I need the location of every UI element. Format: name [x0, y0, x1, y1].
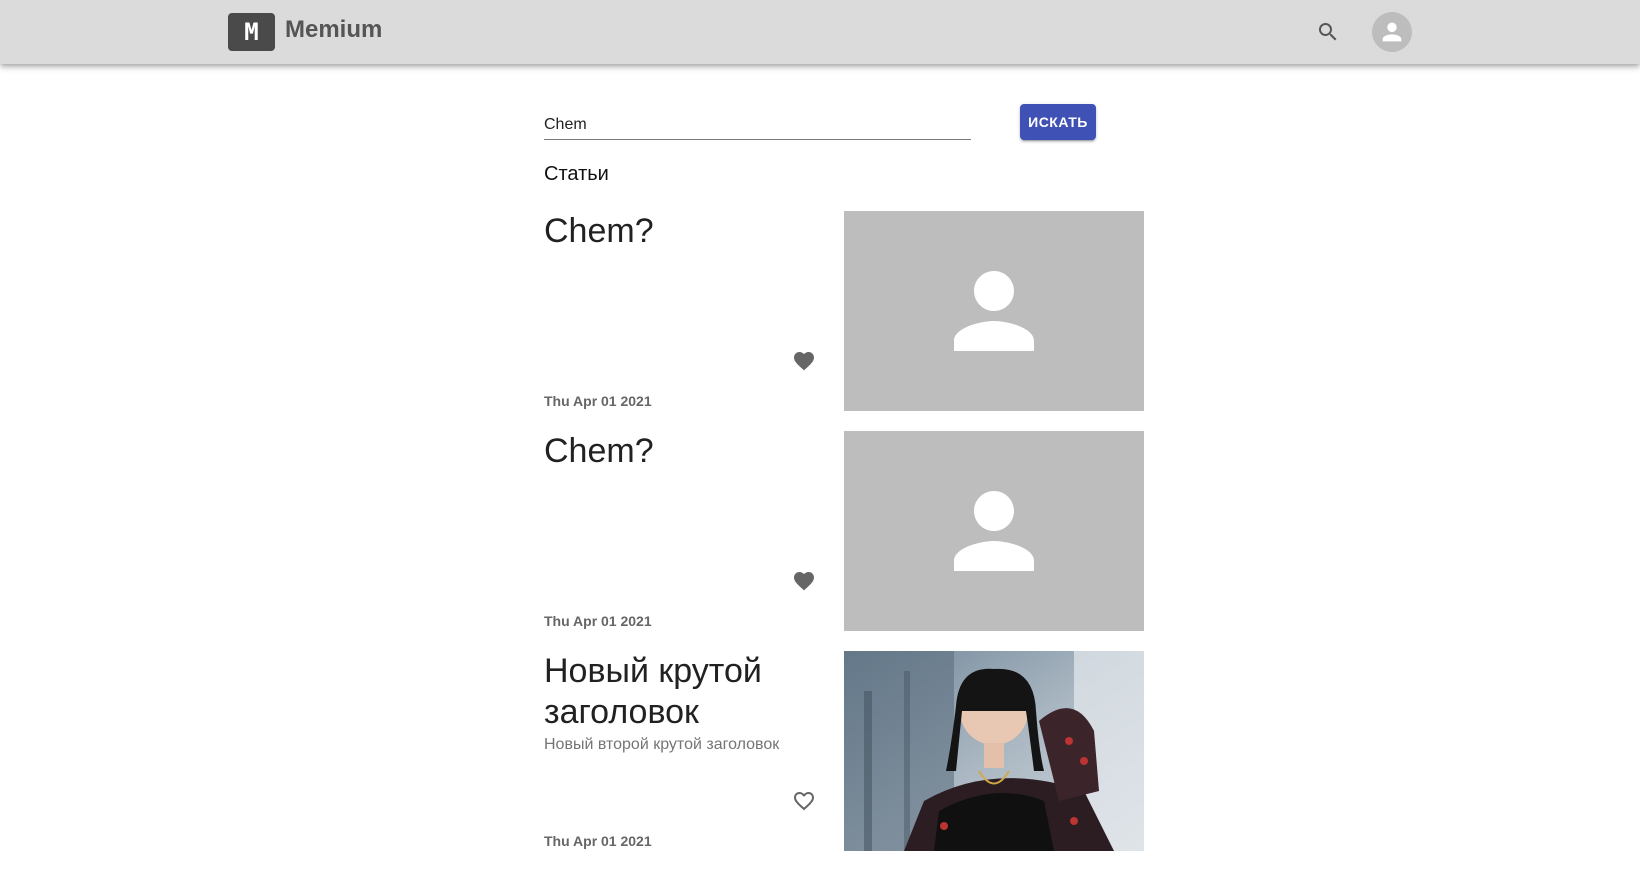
article-title[interactable]: Chem? — [544, 211, 834, 252]
like-button[interactable] — [790, 567, 818, 595]
heart-filled-icon — [794, 352, 814, 371]
logo-letter: M — [244, 18, 259, 46]
like-button[interactable] — [790, 787, 818, 815]
article-image[interactable] — [844, 431, 1144, 631]
heart-filled-icon — [794, 572, 814, 591]
person-photo — [844, 651, 1144, 851]
logo[interactable]: M — [228, 13, 275, 51]
search-form: ИСКАТЬ — [544, 104, 1144, 144]
article-card[interactable]: Chem? Thu Apr 01 2021 — [544, 431, 1144, 631]
app-bar: M Memium — [0, 0, 1640, 64]
article-photo[interactable] — [844, 651, 1144, 851]
person-placeholder-icon — [954, 491, 1034, 571]
person-placeholder-icon — [954, 271, 1034, 351]
brand-name[interactable]: Memium — [285, 16, 382, 44]
article-card[interactable]: Chem? Thu Apr 01 2021 — [544, 211, 1144, 411]
search-icon — [1319, 23, 1337, 41]
account-avatar-button[interactable] — [1372, 12, 1412, 52]
article-date: Thu Apr 01 2021 — [544, 833, 652, 849]
article-subtitle: Новый второй крутой заголовок — [544, 736, 780, 753]
section-title: Статьи — [544, 163, 609, 185]
like-button[interactable] — [790, 347, 818, 375]
article-image[interactable] — [844, 211, 1144, 411]
search-input[interactable] — [544, 110, 971, 140]
search-submit-button[interactable]: ИСКАТЬ — [1020, 104, 1096, 140]
article-date: Thu Apr 01 2021 — [544, 613, 652, 629]
article-title[interactable]: Chem? — [544, 431, 834, 472]
article-title[interactable]: Новый крутой заголовок — [544, 651, 834, 733]
person-icon — [1382, 22, 1402, 42]
article-card[interactable]: Новый крутой заголовок Новый второй крут… — [544, 651, 1144, 851]
article-date: Thu Apr 01 2021 — [544, 393, 652, 409]
search-button[interactable] — [1312, 16, 1344, 48]
heart-outline-icon — [794, 792, 814, 811]
